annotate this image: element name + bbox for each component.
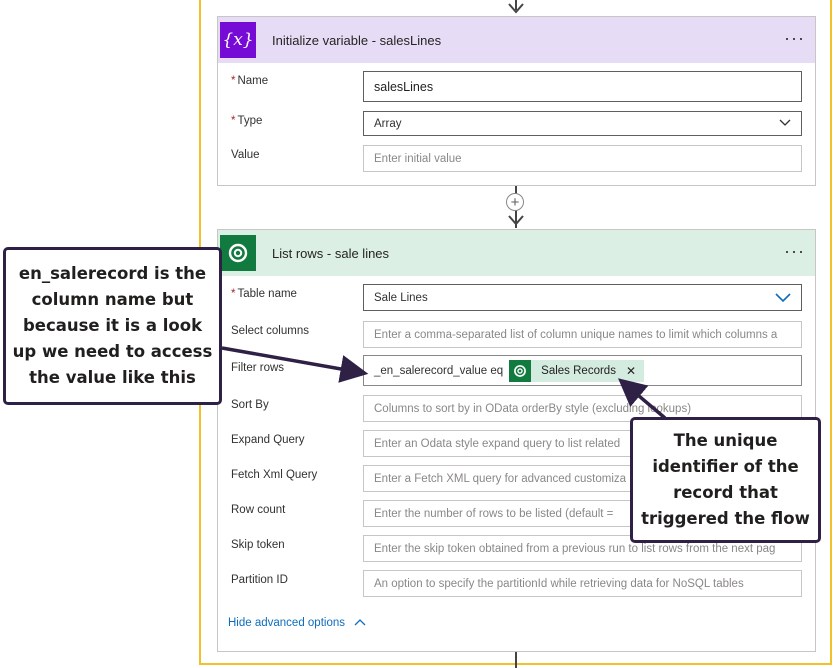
left-annotation-text: en_salerecord is the column name but bec… <box>12 264 213 387</box>
left-callout-arrow <box>221 346 369 383</box>
right-callout-arrow <box>617 378 667 420</box>
right-annotation-callout: The unique identifier of the record that… <box>630 417 821 543</box>
left-annotation-callout: en_salerecord is the column name but bec… <box>3 247 222 405</box>
right-annotation-text: The unique identifier of the record that… <box>641 431 810 528</box>
